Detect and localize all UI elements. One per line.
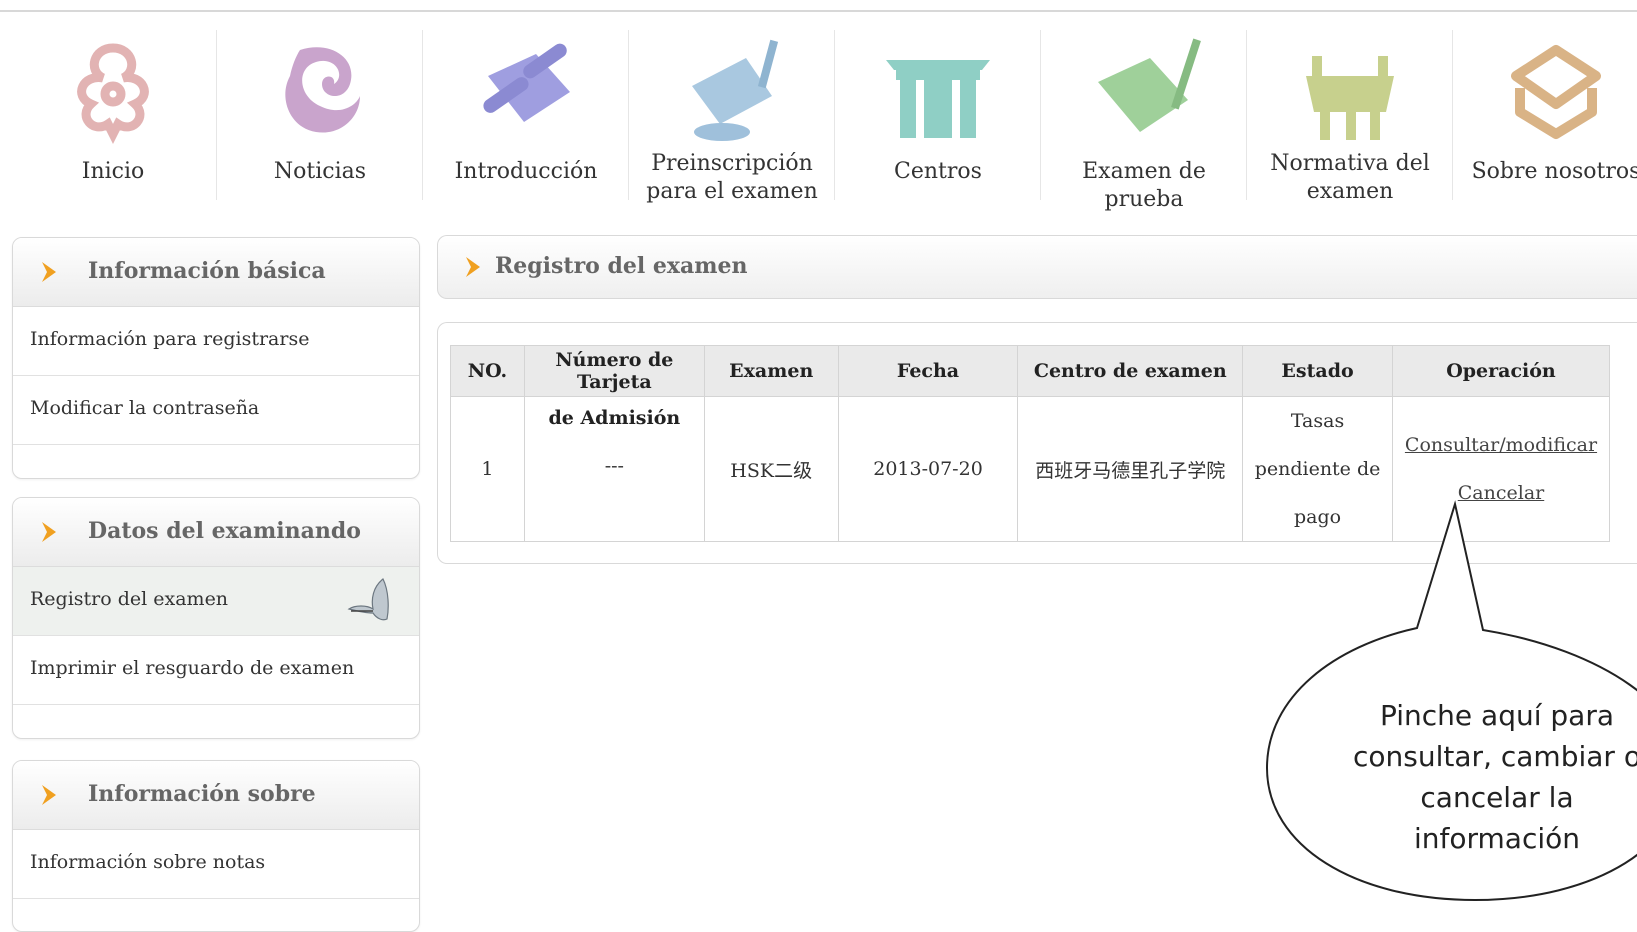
- page-title: Registro del examen: [495, 253, 748, 279]
- callout-line: Pinche aquí para: [1379, 699, 1615, 732]
- top-divider: [0, 10, 1637, 12]
- panel-footer: [13, 445, 419, 475]
- ornament-knot-icon: [77, 43, 149, 145]
- sidebar-item-informacion-registrarse[interactable]: Información para registrarse: [13, 307, 419, 376]
- table-header-row: NO. Número de Tarjeta Examen Fecha Centr…: [450, 345, 1611, 397]
- callout-line: información: [1413, 822, 1581, 855]
- panel-title: Datos del examinando: [88, 518, 361, 544]
- sidebar-item-informacion-notas[interactable]: Información sobre notas: [13, 830, 419, 899]
- panel-informacion-basica: Información básica Información para regi…: [12, 237, 420, 479]
- nav-item-noticias[interactable]: Noticias: [216, 30, 423, 200]
- panel-datos-examinando: Datos del examinando Registro del examen…: [12, 497, 420, 739]
- nav-item-inicio[interactable]: Inicio: [10, 30, 216, 200]
- bronze-vessel-icon: [1306, 56, 1394, 140]
- panel-informacion-sobre: Información sobre Información sobre nota…: [12, 760, 420, 932]
- header-operacion: Operación: [1391, 345, 1611, 397]
- nav-label: Normativa del examen: [1270, 151, 1430, 204]
- nav-item-introduccion[interactable]: Introducción: [422, 30, 629, 200]
- panel-title: Información básica: [88, 258, 326, 284]
- header-no: NO.: [450, 345, 525, 397]
- nav-item-normativa[interactable]: Normativa del examen: [1246, 30, 1453, 204]
- cell-no: 1: [450, 396, 525, 542]
- estado-line: Tasas: [1290, 410, 1345, 432]
- consultar-modificar-link[interactable]: Consultar/modificar: [1395, 421, 1607, 469]
- nav-item-preinscripcion[interactable]: Preinscripción para el examen: [628, 30, 835, 204]
- cloud-swirl-icon: [285, 47, 360, 133]
- cell-centro: 西班牙马德里孔子学院: [1017, 396, 1244, 542]
- callout-line: consultar, cambiar o: [1353, 740, 1637, 773]
- sidebar-item-modificar-contrasena[interactable]: Modificar la contraseña: [13, 376, 419, 445]
- nav-label: Sobre nosotros: [1471, 159, 1637, 184]
- panel-title: Información sobre: [88, 781, 316, 807]
- chevron-right-icon: [466, 257, 480, 277]
- header-centro: Centro de examen: [1017, 345, 1244, 397]
- sidebar-item-imprimir-resguardo[interactable]: Imprimir el resguardo de examen: [13, 636, 419, 705]
- nav-label: Introducción: [454, 159, 598, 184]
- panel-header[interactable]: Información sobre: [13, 761, 419, 830]
- main-header: Registro del examen: [437, 235, 1637, 299]
- sidebar-item-label: Información para registrarse: [30, 328, 310, 350]
- sidebar-item-label: Imprimir el resguardo de examen: [30, 657, 355, 679]
- scroll-brush-icon: [692, 39, 779, 141]
- chevron-right-icon: [42, 262, 56, 282]
- nav-label: Examen de prueba: [1082, 159, 1206, 212]
- cell-tarjeta: de Admisión ---: [523, 396, 705, 542]
- nav-label: Inicio: [81, 159, 145, 184]
- chevron-right-icon: [42, 785, 56, 805]
- header-fecha: Fecha: [837, 345, 1019, 397]
- tarjeta-value: ---: [604, 455, 624, 477]
- nav-item-centros[interactable]: Centros: [834, 30, 1041, 200]
- panel-header[interactable]: Información básica: [13, 238, 419, 307]
- callout-text: Pinche aquí para consultar, cambiar o ca…: [1322, 695, 1637, 859]
- butterfly-icon: [347, 578, 389, 621]
- top-nav: Inicio Noticias Introducción Preinscripc…: [10, 30, 1637, 212]
- sidebar-item-registro-examen[interactable]: Registro del examen: [13, 567, 419, 636]
- gate-icon: [886, 60, 990, 138]
- scroll-icon: [483, 43, 570, 122]
- cell-examen: HSK二级: [703, 396, 839, 542]
- header-examen: Examen: [703, 345, 839, 397]
- seal-box-icon: [1511, 45, 1601, 139]
- nav-item-examen-prueba[interactable]: Examen de prueba: [1040, 30, 1247, 212]
- panel-header[interactable]: Datos del examinando: [13, 498, 419, 567]
- chevron-right-icon: [42, 522, 56, 542]
- nav-item-sobre-nosotros[interactable]: Sobre nosotros: [1452, 30, 1637, 200]
- sidebar-item-label: Modificar la contraseña: [30, 397, 260, 419]
- paper-brush-icon: [1098, 38, 1201, 132]
- panel-footer: [13, 705, 419, 735]
- header-continuation: de Admisión: [548, 407, 681, 429]
- sidebar-item-label: Información sobre notas: [30, 851, 266, 873]
- callout-line: cancelar la: [1420, 781, 1574, 814]
- estado-line: pendiente de: [1254, 458, 1381, 480]
- nav-label: Noticias: [273, 159, 367, 184]
- nav-label: Preinscripción para el examen: [646, 151, 818, 204]
- nav-label: Centros: [894, 159, 982, 184]
- cell-fecha: 2013-07-20: [837, 396, 1019, 542]
- header-estado: Estado: [1242, 345, 1393, 397]
- header-numero-tarjeta: Número de Tarjeta: [523, 345, 705, 397]
- sidebar-item-label: Registro del examen: [30, 588, 229, 610]
